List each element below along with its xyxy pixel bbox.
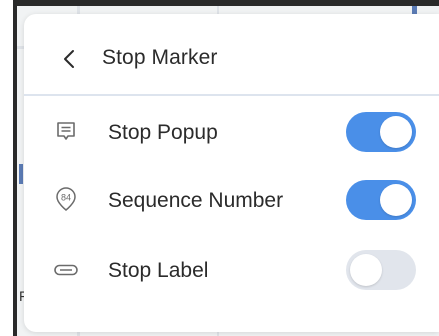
setting-label: Stop Popup: [108, 121, 218, 144]
setting-row-stop-label: Stop Label: [24, 248, 439, 294]
panel-header: Stop Marker: [24, 14, 439, 96]
setting-label: Sequence Number: [108, 189, 284, 212]
setting-row-stop-popup: Stop Popup: [24, 110, 439, 156]
panel-title: Stop Marker: [102, 46, 218, 69]
chevron-left-icon: [64, 50, 74, 68]
popup-icon: [52, 118, 80, 146]
setting-label: Stop Label: [108, 259, 209, 282]
stop-popup-toggle[interactable]: [346, 112, 416, 152]
back-button[interactable]: [60, 48, 80, 70]
stop-marker-panel: Stop Marker Stop Popup 84 Sequence Numbe…: [24, 14, 439, 332]
sequence-number-icon: 84: [52, 186, 80, 214]
toggle-knob: [380, 184, 412, 216]
label-tag-icon: [52, 256, 80, 284]
stop-label-toggle[interactable]: [346, 250, 416, 290]
sequence-number-icon-text: 84: [61, 193, 71, 203]
toggle-knob: [350, 254, 382, 286]
map-route-segment: [19, 164, 23, 184]
toggle-knob: [380, 116, 412, 148]
setting-row-sequence-number: 84 Sequence Number: [24, 178, 439, 224]
sequence-number-toggle[interactable]: [346, 180, 416, 220]
